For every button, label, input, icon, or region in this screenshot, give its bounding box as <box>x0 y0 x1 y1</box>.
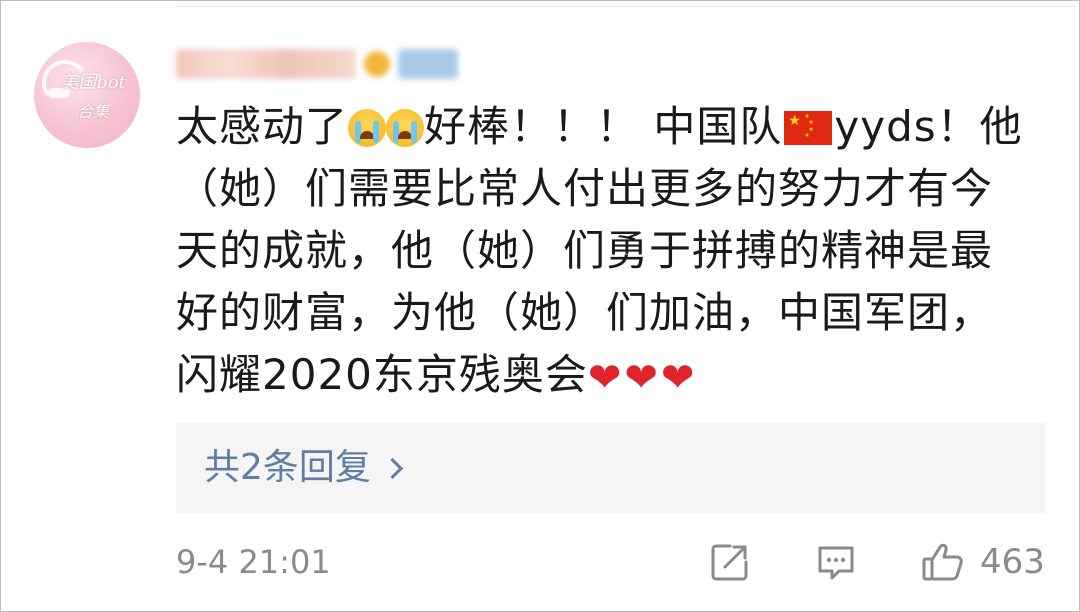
replies-count-label: 共2条回复 <box>204 447 371 488</box>
share-button[interactable] <box>708 538 752 586</box>
comment-button[interactable] <box>814 538 858 586</box>
comment-text-part2: 好棒！！！ 中国队 <box>424 102 783 151</box>
red-heart-icon: ❤ <box>624 355 659 401</box>
loudly-crying-face-icon <box>348 109 387 147</box>
comment-timestamp: 9-4 21:01 <box>176 543 331 581</box>
comment-icon <box>814 540 858 584</box>
avatar-text-line2: 合集 <box>76 102 109 121</box>
username-blur <box>176 49 356 79</box>
user-badge-blur <box>364 51 390 77</box>
like-count: 463 <box>980 542 1045 582</box>
vip-badge-blur <box>398 49 458 79</box>
avatar-text-line1: 美国bot <box>60 72 126 93</box>
red-heart-icon: ❤ <box>587 355 623 401</box>
comment-text-part1: 太感动了 <box>176 102 349 151</box>
red-heart-icon: ❤ <box>660 355 696 401</box>
username-redacted[interactable] <box>176 46 458 82</box>
thumbs-up-icon <box>920 539 966 585</box>
loudly-crying-face-icon <box>386 109 425 147</box>
chevron-right-icon <box>385 459 403 477</box>
share-icon <box>708 540 752 584</box>
like-button[interactable]: 463 <box>920 538 1045 586</box>
china-flag-icon: ★ ★ ★ ★ ★ <box>784 111 833 145</box>
replies-box: 共2条回复 <box>176 423 1046 513</box>
view-replies-link[interactable]: 共2条回复 <box>204 447 403 489</box>
top-divider <box>176 6 1076 7</box>
avatar[interactable]: 美国bot 合集 <box>34 42 140 148</box>
comment-body: 太感动了 好棒！！！ 中国队 ★ ★ ★ ★ ★ yyds！他（她）们需要比常人付出更多的努力… <box>176 96 1026 406</box>
